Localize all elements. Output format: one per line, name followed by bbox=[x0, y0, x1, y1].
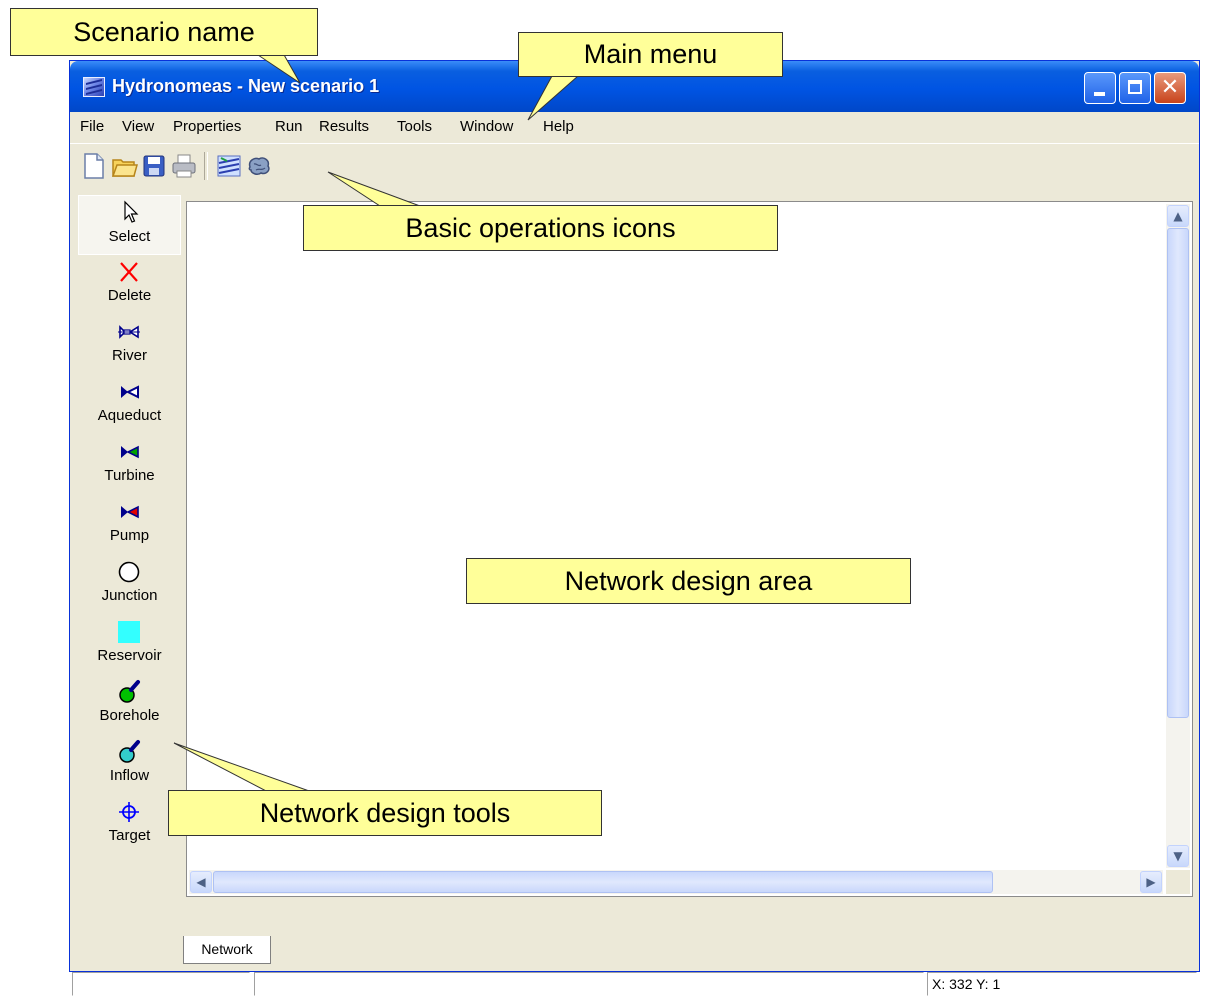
river-icon bbox=[116, 319, 142, 345]
menu-bar: File View Properties Run Results Tools W… bbox=[70, 112, 1199, 142]
callout-network-design-tools: Network design tools bbox=[168, 790, 602, 836]
run-network-icon[interactable] bbox=[215, 151, 243, 181]
target-crosshair-icon bbox=[116, 799, 142, 825]
tab-network[interactable]: Network bbox=[183, 936, 271, 964]
tool-junction[interactable]: Junction bbox=[78, 555, 181, 615]
horizontal-scroll-thumb[interactable] bbox=[213, 871, 993, 893]
scroll-up-icon[interactable]: ▲ bbox=[1167, 205, 1189, 227]
scroll-left-icon[interactable]: ◀ bbox=[190, 871, 212, 893]
menu-file[interactable]: File bbox=[80, 118, 104, 135]
menu-window[interactable]: Window bbox=[460, 118, 513, 135]
tool-label: Junction bbox=[101, 587, 158, 604]
tool-label: Reservoir bbox=[97, 647, 162, 664]
vertical-scroll-thumb[interactable] bbox=[1167, 228, 1189, 718]
status-panel-1 bbox=[72, 972, 250, 996]
new-file-icon[interactable] bbox=[80, 151, 108, 181]
window-title: Hydronomeas - New scenario 1 bbox=[112, 76, 380, 96]
open-folder-icon[interactable] bbox=[110, 151, 138, 181]
tool-reservoir[interactable]: Reservoir bbox=[78, 615, 181, 675]
maximize-button[interactable] bbox=[1119, 72, 1151, 104]
reservoir-square-icon bbox=[116, 619, 142, 645]
menu-run[interactable]: Run bbox=[275, 118, 303, 135]
results-brain-icon[interactable] bbox=[245, 151, 273, 181]
turbine-icon bbox=[116, 439, 142, 465]
tool-river[interactable]: River bbox=[78, 315, 181, 375]
tool-delete[interactable]: Delete bbox=[78, 255, 181, 315]
tool-target[interactable]: Target bbox=[78, 795, 181, 855]
status-panel-2 bbox=[254, 972, 924, 996]
scroll-down-icon[interactable]: ▼ bbox=[1167, 845, 1189, 867]
tool-label: Delete bbox=[107, 287, 152, 304]
toolbar bbox=[70, 143, 1199, 188]
menu-results[interactable]: Results bbox=[319, 118, 369, 135]
tool-label: Select bbox=[108, 228, 151, 245]
cursor-arrow-icon bbox=[117, 200, 143, 226]
network-design-canvas[interactable] bbox=[189, 204, 1163, 869]
menu-help[interactable]: Help bbox=[543, 118, 574, 135]
delete-x-icon bbox=[116, 259, 142, 285]
minimize-icon bbox=[1094, 92, 1105, 96]
tool-label: Pump bbox=[109, 527, 150, 544]
tool-inflow[interactable]: Inflow bbox=[78, 735, 181, 795]
tool-pump[interactable]: Pump bbox=[78, 495, 181, 555]
app-icon bbox=[83, 77, 105, 97]
tool-label: Turbine bbox=[104, 467, 155, 484]
menu-view[interactable]: View bbox=[122, 118, 154, 135]
tool-turbine[interactable]: Turbine bbox=[78, 435, 181, 495]
vertical-scrollbar[interactable]: ▲ ▼ bbox=[1166, 204, 1190, 868]
aqueduct-icon bbox=[116, 379, 142, 405]
toolbar-separator bbox=[204, 152, 208, 180]
scrollbar-corner bbox=[1166, 870, 1190, 894]
tool-label: Inflow bbox=[109, 767, 150, 784]
print-icon[interactable] bbox=[170, 151, 198, 181]
network-tools-palette: Select Delete River Aqueduct Turbine Pum… bbox=[78, 195, 181, 889]
minimize-button[interactable] bbox=[1084, 72, 1116, 104]
callout-basic-operations-icons: Basic operations icons bbox=[303, 205, 778, 251]
scroll-right-icon[interactable]: ▶ bbox=[1140, 871, 1162, 893]
menu-properties[interactable]: Properties bbox=[173, 118, 241, 135]
close-icon: ✕ bbox=[1160, 75, 1180, 100]
inflow-icon bbox=[116, 739, 142, 765]
tool-select[interactable]: Select bbox=[78, 195, 181, 255]
horizontal-scrollbar[interactable]: ◀ ▶ bbox=[189, 870, 1163, 894]
menu-tools[interactable]: Tools bbox=[397, 118, 432, 135]
borehole-icon bbox=[116, 679, 142, 705]
tool-label: River bbox=[111, 347, 147, 364]
tool-label: Target bbox=[108, 827, 151, 844]
tool-aqueduct[interactable]: Aqueduct bbox=[78, 375, 181, 435]
tool-label: Aqueduct bbox=[97, 407, 162, 424]
pump-icon bbox=[116, 499, 142, 525]
callout-scenario-name: Scenario name bbox=[10, 8, 318, 56]
callout-network-design-area: Network design area bbox=[466, 558, 911, 604]
save-disk-icon[interactable] bbox=[140, 151, 168, 181]
tool-label: Borehole bbox=[99, 707, 160, 724]
status-coordinates: X: 332 Y: 1 bbox=[927, 972, 1197, 996]
maximize-icon bbox=[1128, 80, 1142, 94]
callout-main-menu: Main menu bbox=[518, 32, 783, 77]
close-button[interactable]: ✕ bbox=[1154, 72, 1186, 104]
tool-borehole[interactable]: Borehole bbox=[78, 675, 181, 735]
junction-circle-icon bbox=[116, 559, 142, 585]
